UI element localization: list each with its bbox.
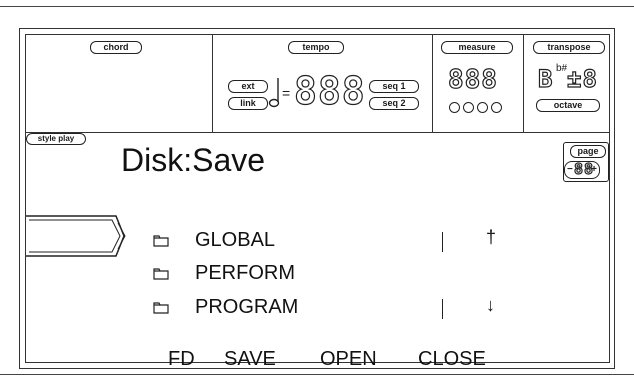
page-title: Disk:Save [121, 142, 266, 178]
top-rule [0, 6, 634, 7]
tempo-seq2-pill: seq 2 [369, 97, 419, 110]
fd-button[interactable]: FD [168, 348, 195, 371]
scroll-up-icon[interactable]: † [486, 227, 496, 248]
page-label: page [570, 145, 606, 158]
scroll-down-icon[interactable]: ↓ [486, 295, 495, 316]
tempo-link-pill: link [228, 97, 268, 110]
page-indicator: page − 88 + [563, 142, 609, 182]
transpose-accidental: b# [556, 63, 568, 74]
chord-label: chord [90, 41, 142, 54]
header-divider-tempo [432, 35, 433, 132]
folder-icon [153, 268, 169, 280]
beat-indicator-1 [449, 102, 460, 113]
scrollbar-track-bottom [442, 299, 443, 319]
transpose-key: B [537, 64, 554, 93]
folder-icon [153, 235, 169, 247]
lcd-display: chord tempo ext link = 888 seq 1 seq 2 m… [19, 28, 615, 370]
page-prev-icon: − [567, 164, 573, 175]
folder-item-program[interactable]: PROGRAM [195, 296, 298, 319]
open-button[interactable]: OPEN [320, 348, 377, 371]
list-cursor-bar [26, 215, 126, 257]
transpose-value: ±8 [566, 64, 598, 93]
beat-indicator-4 [491, 102, 502, 113]
scrollbar-track-top [442, 232, 443, 252]
transpose-label: transpose [533, 41, 605, 54]
folder-icon [153, 302, 169, 314]
octave-label: octave [536, 99, 600, 112]
lcd-inner-frame: chord tempo ext link = 888 seq 1 seq 2 m… [25, 34, 610, 370]
measure-value: 888 [447, 64, 498, 95]
tempo-seq1-pill: seq 1 [369, 80, 419, 93]
folder-item-global[interactable]: GLOBAL [195, 229, 275, 252]
save-button[interactable]: SAVE [224, 348, 276, 371]
bottom-rule [0, 374, 634, 375]
tempo-label: tempo [288, 41, 344, 54]
folder-item-perform[interactable]: PERFORM [195, 262, 295, 285]
beat-indicator-2 [463, 102, 474, 113]
tempo-value: 888 [293, 68, 366, 113]
tempo-ext-pill: ext [228, 80, 268, 93]
header-divider-chord [212, 35, 213, 132]
page-next-icon: + [591, 164, 597, 175]
header-divider-measure [523, 35, 524, 132]
page-number-frame: − 88 + [564, 160, 600, 179]
quarter-note-icon [268, 78, 280, 108]
mode-label: style play [26, 133, 86, 145]
close-button[interactable]: CLOSE [418, 348, 486, 371]
measure-label: measure [441, 41, 513, 54]
beat-indicator-3 [477, 102, 488, 113]
header-bottom-rule [26, 132, 609, 133]
tempo-equals: = [282, 85, 291, 101]
